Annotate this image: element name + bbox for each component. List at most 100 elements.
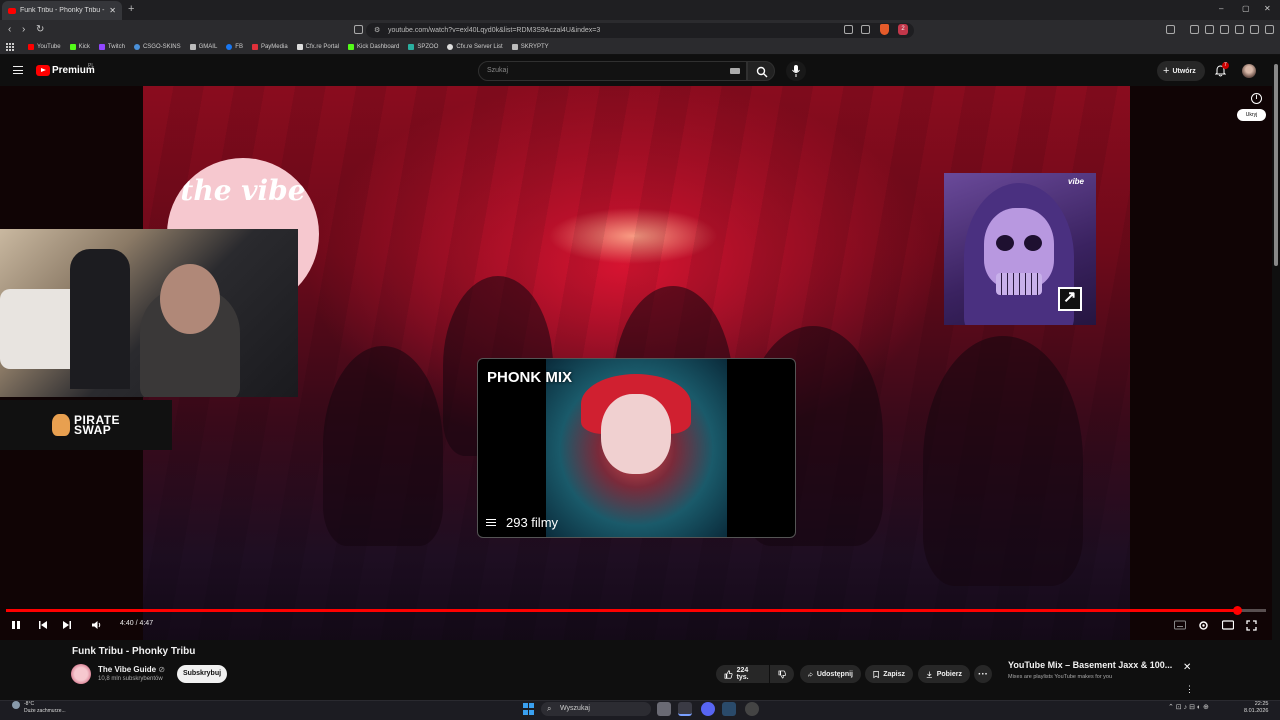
media-icon[interactable] — [1190, 25, 1199, 34]
bookmark-item[interactable]: CSGO-SKINS — [133, 44, 181, 50]
hide-cards-button[interactable]: Ukryj — [1237, 109, 1266, 121]
share-page-icon[interactable] — [861, 25, 870, 34]
previous-icon[interactable] — [38, 620, 48, 630]
save-button[interactable]: Zapisz — [865, 665, 913, 683]
weather-description: Duże zachmurze... — [24, 708, 66, 714]
cloud-icon — [12, 701, 20, 709]
discord-icon[interactable] — [701, 702, 715, 716]
extensions-icon[interactable] — [1166, 25, 1175, 34]
dislike-button[interactable] — [770, 665, 794, 683]
maximize-button[interactable]: ▢ — [1242, 4, 1250, 13]
profile-icon[interactable] — [1250, 25, 1259, 34]
page-scrollbar[interactable] — [1272, 56, 1280, 700]
system-tray[interactable]: ⌃ ⊡ ♪ ⊟ ◐ ⊕ — [1168, 703, 1209, 711]
more-vert-icon[interactable]: ⋮ — [1185, 684, 1194, 695]
forward-button[interactable]: › — [22, 24, 25, 35]
close-window-button[interactable]: ✕ — [1264, 4, 1271, 13]
volume-icon[interactable] — [91, 620, 102, 630]
browser-tab[interactable]: Funk Tribu - Phonky Tribu - Y... ✕ — [2, 1, 122, 20]
close-icon[interactable]: ✕ — [1183, 662, 1191, 673]
wallet-icon[interactable] — [1220, 25, 1229, 34]
windows-start-icon[interactable] — [523, 703, 535, 715]
voice-search-button[interactable] — [786, 61, 806, 81]
scrubber-handle[interactable] — [1233, 606, 1243, 615]
bookmark-item[interactable]: SKRYPTY — [511, 44, 549, 50]
create-button[interactable]: + Utwórz — [1157, 61, 1205, 81]
end-screen-playlist-card[interactable]: PHONK MIX 293 filmy — [477, 358, 796, 538]
bookmark-item[interactable]: PayMedia — [251, 44, 288, 50]
bookmark-item[interactable]: Cfx.re Server List — [447, 44, 503, 50]
subscribe-button[interactable]: Subskrybuj — [177, 665, 227, 683]
sidebar-icon[interactable] — [1205, 25, 1214, 34]
progress-bar[interactable] — [6, 606, 1266, 615]
pause-icon[interactable] — [11, 620, 21, 630]
reload-button[interactable]: ↻ — [36, 24, 44, 35]
hamburger-menu-icon[interactable] — [13, 66, 23, 74]
scrollbar-thumb[interactable] — [1274, 64, 1278, 266]
minimize-button[interactable]: – — [1219, 4, 1223, 13]
taskbar-clock[interactable]: 22:25 8.01.2026 — [1244, 701, 1268, 715]
apps-grid-icon[interactable] — [6, 43, 14, 51]
bookmark-icon[interactable] — [354, 25, 363, 34]
external-link-icon[interactable] — [1058, 287, 1082, 311]
account-avatar[interactable] — [1242, 64, 1256, 78]
clock-time: 22:25 — [1254, 701, 1269, 707]
fullscreen-icon[interactable] — [1246, 620, 1257, 631]
playlist-thumbnail — [546, 359, 727, 537]
keyboard-icon[interactable] — [730, 68, 740, 74]
thumbs-down-icon — [778, 670, 786, 678]
info-icon[interactable]: i — [1251, 93, 1262, 104]
skull-teeth — [996, 273, 1042, 295]
site-info-icon[interactable]: ⚙ — [374, 23, 380, 38]
mix-playlist-panel[interactable]: YouTube Mix – Basement Jaxx & 100... Mix… — [1001, 654, 1201, 700]
address-bar[interactable]: ⚙ youtube.com/watch?v=exl40Lqyd0k&list=R… — [366, 23, 914, 38]
download-button[interactable]: Pobierz — [918, 665, 970, 683]
bookmark-item[interactable]: Kick Dashboard — [348, 44, 399, 50]
more-actions-button[interactable]: ··· — [974, 665, 992, 683]
globe-icon — [189, 44, 196, 50]
search-input[interactable]: Szukaj — [478, 61, 747, 81]
bookmark-item[interactable]: Cfx.re Portal — [296, 44, 339, 50]
progress-played — [6, 609, 1238, 612]
next-icon[interactable] — [62, 620, 72, 630]
task-view-icon[interactable] — [657, 702, 671, 716]
video-player[interactable]: the vibe PIRATESWAP vibe PHONK MIX 293 f… — [0, 86, 1272, 640]
bookmark-item[interactable]: FB — [226, 44, 243, 50]
taskbar-search[interactable]: ⌕ Wyszukaj — [541, 702, 651, 716]
playlist-icon — [486, 519, 496, 526]
brave-shield-icon[interactable] — [880, 24, 889, 35]
search-button[interactable] — [747, 61, 775, 81]
clock-date: 8.01.2026 — [1244, 708, 1269, 714]
subtitles-icon[interactable] — [1174, 620, 1186, 630]
channel-name[interactable]: The Vibe Guide ⊘ — [98, 665, 165, 674]
brave-browser-icon[interactable] — [678, 702, 692, 716]
playlist-count: 293 filmy — [486, 515, 558, 530]
bookmark-item[interactable]: YouTube — [28, 44, 61, 50]
channel-avatar[interactable] — [71, 664, 91, 684]
like-button[interactable]: 224 tys. — [716, 665, 769, 683]
end-screen-video-card[interactable]: vibe — [944, 173, 1096, 325]
channel-name-text[interactable]: The Vibe Guide — [98, 665, 156, 674]
chair-shape — [70, 249, 130, 389]
leo-icon[interactable] — [1235, 25, 1244, 34]
steam-icon[interactable] — [722, 702, 736, 716]
cast-icon[interactable] — [844, 25, 853, 34]
youtube-logo-icon[interactable] — [36, 65, 50, 76]
bookmark-item[interactable]: GMAIL — [189, 44, 217, 50]
menu-icon[interactable] — [1265, 25, 1274, 34]
bookmark-item[interactable]: Kick — [69, 44, 90, 50]
share-button[interactable]: Udostępnij — [800, 665, 861, 683]
bookmark-item[interactable]: Twitch — [98, 44, 125, 50]
back-button[interactable]: ‹ — [8, 24, 11, 35]
brave-rewards-badge[interactable]: 2 — [898, 24, 908, 35]
close-tab-icon[interactable]: ✕ — [109, 6, 116, 15]
settings-icon[interactable] — [1198, 620, 1209, 631]
browser-toolbar: ‹ › ↻ ⚙ youtube.com/watch?v=exl40Lqyd0k&… — [0, 20, 1280, 40]
theater-mode-icon[interactable] — [1222, 620, 1234, 630]
new-tab-button[interactable]: + — [128, 3, 134, 15]
mix-title[interactable]: YouTube Mix – Basement Jaxx & 100... — [1008, 660, 1172, 670]
app-icon[interactable] — [745, 702, 759, 716]
video-title: Funk Tribu - Phonky Tribu — [72, 646, 196, 657]
bookmark-item[interactable]: SPZOO — [408, 44, 438, 50]
skull-eye — [1024, 235, 1042, 251]
